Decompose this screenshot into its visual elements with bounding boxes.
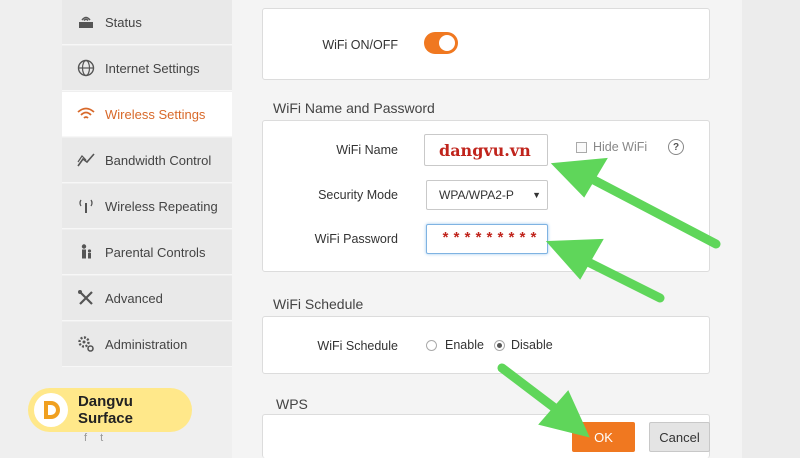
sidebar-item-label: Wireless Repeating [105,198,218,214]
wifi-toggle-label: WiFi ON/OFF [322,38,398,52]
tools-icon [76,289,96,307]
brand-name: Dangvu Surface [77,393,133,427]
social-links[interactable]: f t [84,432,108,444]
sidebar-item-parental-controls[interactable]: Parental Controls [62,230,232,275]
wifi-toggle[interactable] [424,32,458,54]
sidebar-item-wireless-settings[interactable]: Wireless Settings [62,92,232,137]
router-icon [76,13,96,31]
family-icon [76,243,96,261]
globe-icon [76,59,96,77]
wifi-name-input[interactable]: dangvu.vn [424,134,548,166]
schedule-enable-label: Enable [445,338,484,352]
sidebar: Status Internet Settings Wireless Settin… [0,0,232,458]
section-title-schedule: WiFi Schedule [273,296,364,312]
schedule-disable-radio[interactable] [494,340,505,351]
hide-wifi-label: Hide WiFi [593,140,648,154]
wifi-name-label: WiFi Name [336,143,398,157]
toggle-knob [439,35,455,51]
sidebar-item-label: Internet Settings [105,60,200,76]
sidebar-item-label: Advanced [105,290,163,306]
sidebar-item-label: Wireless Settings [105,106,206,122]
ok-button[interactable]: OK [572,422,635,452]
wifi-password-input[interactable]: ********* [426,224,548,254]
section-title-name-password: WiFi Name and Password [273,100,435,116]
security-mode-select[interactable]: WPA/WPA2-P ▼ [426,180,548,210]
schedule-enable-radio[interactable] [426,340,437,351]
cancel-button[interactable]: Cancel [649,422,710,452]
hide-wifi-checkbox[interactable] [576,142,587,153]
wifi-icon [76,106,96,122]
sidebar-item-administration[interactable]: Administration [62,322,232,367]
wps-card [262,414,710,458]
page-margin [742,0,800,458]
schedule-disable-label: Disable [511,338,553,352]
help-icon[interactable]: ? [668,139,684,155]
sidebar-item-advanced[interactable]: Advanced [62,276,232,321]
wifi-password-label: WiFi Password [314,232,398,246]
gears-icon [76,335,96,353]
section-title-wps: WPS [276,396,308,412]
sidebar-item-label: Bandwidth Control [105,152,212,168]
sidebar-item-wireless-repeating[interactable]: Wireless Repeating [62,184,232,229]
sidebar-item-internet-settings[interactable]: Internet Settings [62,46,232,91]
security-mode-value: WPA/WPA2-P [439,188,514,202]
sidebar-item-bandwidth-control[interactable]: Bandwidth Control [62,138,232,183]
chart-line-icon [76,151,96,169]
repeater-icon [76,197,96,215]
sidebar-item-label: Parental Controls [105,244,206,260]
sidebar-item-status[interactable]: Status [62,0,232,45]
sidebar-item-label: Administration [105,336,188,352]
security-mode-label: Security Mode [318,188,398,202]
sidebar-item-label: Status [105,14,142,30]
chevron-down-icon: ▼ [532,190,541,200]
wifi-schedule-label: WiFi Schedule [317,339,398,353]
brand-logo-icon [34,393,68,427]
brand-badge: Dangvu Surface [28,388,192,432]
